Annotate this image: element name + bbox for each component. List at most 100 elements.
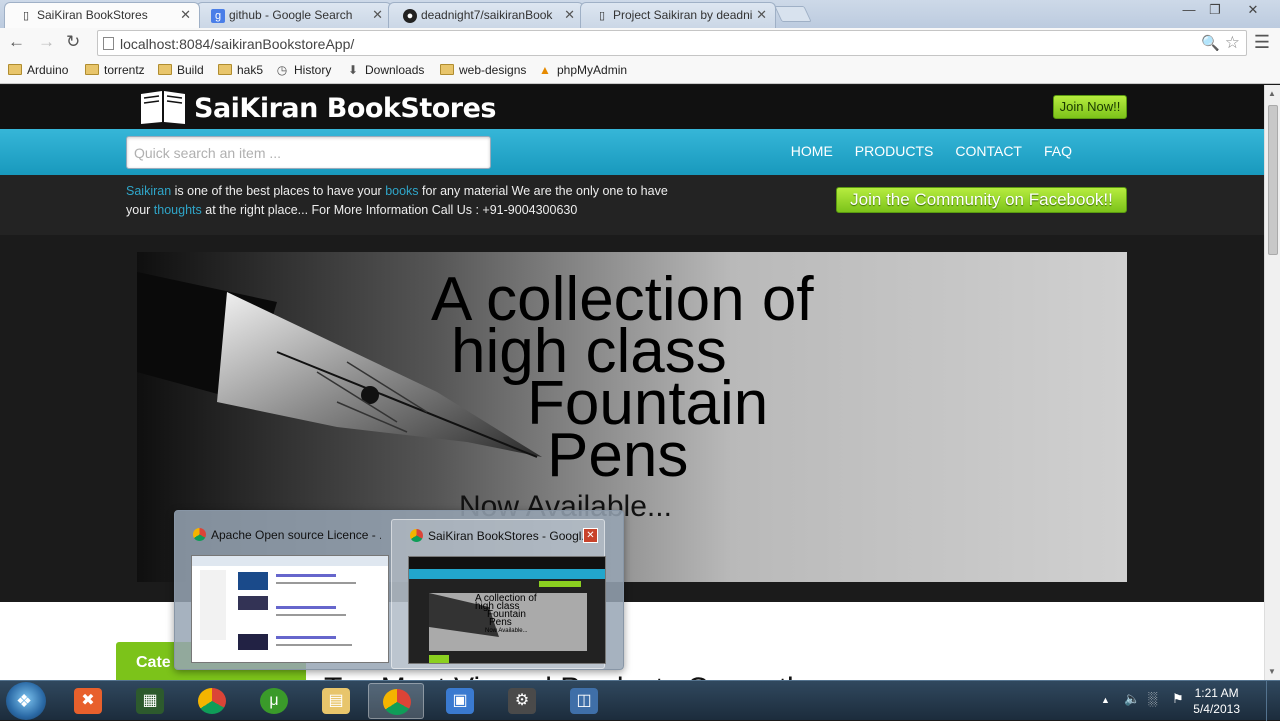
windows-taskbar: ❖ ✖ ▦ μ ▤ ▣ ⚙ ◫ ▲ 🔈 ░ ⚑ 1:21 AM 5/4/2013 <box>0 680 1280 721</box>
utorrent-icon: μ <box>260 688 288 714</box>
quick-search[interactable] <box>126 136 491 169</box>
bookmark-hak5[interactable]: hak5 <box>218 63 263 77</box>
facebook-community-button[interactable]: Join the Community on Facebook!! <box>836 187 1127 213</box>
tab-github-repo[interactable]: ● deadnight7/saikiranBook ✕ <box>388 2 584 28</box>
forward-icon[interactable]: → <box>38 32 55 52</box>
close-tab-icon[interactable]: ✕ <box>180 7 191 23</box>
main-nav: HOME PRODUCTS CONTACT FAQ <box>769 143 1072 159</box>
thumb-line: Now Available... <box>485 628 528 634</box>
info-band: Saikiran is one of the best places to ha… <box>0 175 1264 235</box>
book-icon <box>141 91 185 124</box>
taskbar-explorer[interactable]: ▤ <box>308 683 364 719</box>
thumb-line: Pens <box>489 617 512 628</box>
address-bar[interactable]: localhost:8084/saikiranBookstoreApp/ 🔍 ☆ <box>97 30 1247 56</box>
bookmark-label: hak5 <box>237 63 264 77</box>
chrome-icon <box>193 528 206 541</box>
nav-home[interactable]: HOME <box>791 143 833 159</box>
site-brand: SaiKiran BookStores <box>194 93 497 124</box>
network-icon[interactable]: ░ <box>1148 691 1157 706</box>
zoom-icon[interactable]: 🔍 <box>1201 34 1220 52</box>
taskbar-xampp[interactable]: ✖ <box>60 683 116 719</box>
taskbar-remote-desktop[interactable]: ◫ <box>556 683 612 719</box>
tab-label: Project Saikiran by deadni <box>613 8 753 22</box>
info-highlight: Saikiran <box>126 184 172 198</box>
preview-saikiran-bookstores[interactable]: SaiKiran BookStores - Googl... ✕ A colle… <box>391 519 606 669</box>
bookmark-label: History <box>294 63 332 77</box>
preview-apache-licence[interactable]: Apache Open source Licence - ... <box>175 519 389 669</box>
bookmark-arduino[interactable]: Arduino <box>8 63 68 77</box>
bookmark-build[interactable]: Build <box>158 63 204 77</box>
section-heading: Top Most Viewed Products Currently <box>324 672 809 680</box>
folder-icon <box>218 64 232 75</box>
bookmarks-bar: Arduino torrentz Build hak5 ◷ History ⬇ Do… <box>0 58 1280 84</box>
show-hidden-icons[interactable]: ▲ <box>1101 695 1110 705</box>
close-preview-icon[interactable]: ✕ <box>583 528 598 543</box>
github-icon: ● <box>403 9 417 23</box>
taskbar-utorrent[interactable]: μ <box>246 683 302 719</box>
taskbar-chrome-active[interactable] <box>368 683 424 719</box>
nav-faq[interactable]: FAQ <box>1044 143 1072 159</box>
minimize-icon[interactable]: — <box>1177 2 1201 17</box>
chrome-icon <box>383 689 411 715</box>
bookmark-star-icon[interactable]: ☆ <box>1225 33 1240 53</box>
taskbar-terminal[interactable]: ▦ <box>122 683 178 719</box>
bookmark-torrentz[interactable]: torrentz <box>85 63 145 77</box>
nav-products[interactable]: PRODUCTS <box>855 143 934 159</box>
close-tab-icon[interactable]: ✕ <box>372 7 383 23</box>
url-text: localhost:8084/saikiranBookstoreApp/ <box>120 36 355 52</box>
reload-icon[interactable]: ↻ <box>66 32 80 52</box>
folder-icon <box>8 64 22 75</box>
tab-project-saikiran[interactable]: ▯ Project Saikiran by deadni ✕ <box>580 2 776 28</box>
preview-thumb-text: A collection of high class Fountain Pens… <box>475 594 537 635</box>
action-center-icon[interactable]: ⚑ <box>1172 691 1184 707</box>
nav-contact[interactable]: CONTACT <box>955 143 1022 159</box>
download-icon: ⬇ <box>347 63 359 77</box>
nav-band: HOME PRODUCTS CONTACT FAQ <box>0 129 1264 175</box>
tab-github-google-search[interactable]: g github - Google Search ✕ <box>196 2 392 28</box>
chrome-icon <box>198 688 226 714</box>
taskbar-chrome[interactable] <box>184 683 240 719</box>
taskbar-app[interactable]: ⚙ <box>494 683 550 719</box>
tab-saikiran-bookstores[interactable]: ▯ SaiKiran BookStores ✕ <box>4 2 200 28</box>
new-tab-button[interactable] <box>774 6 812 22</box>
system-clock[interactable]: 1:21 AM 5/4/2013 <box>1193 685 1240 717</box>
volume-icon[interactable]: 🔈 <box>1124 691 1140 707</box>
back-icon[interactable]: ← <box>8 32 25 52</box>
bookmark-web-designs[interactable]: web-designs <box>440 63 526 77</box>
clock-time: 1:21 AM <box>1194 686 1239 700</box>
join-now-button[interactable]: Join Now!! <box>1053 95 1127 119</box>
page-scrollbar[interactable]: ▲ ▼ <box>1264 85 1280 680</box>
menu-icon[interactable]: ☰ <box>1254 32 1270 53</box>
bookmark-label: phpMyAdmin <box>557 63 628 77</box>
taskbar-preview: Apache Open source Licence - ... SaiKira… <box>174 510 624 670</box>
close-window-icon[interactable]: ✕ <box>1241 2 1265 18</box>
page-icon: ▯ <box>598 10 606 22</box>
info-text: Saikiran is one of the best places to ha… <box>126 182 686 220</box>
terminal-icon: ▦ <box>136 688 164 714</box>
explorer-icon: ▤ <box>322 688 350 714</box>
info-highlight: thoughts <box>153 203 202 217</box>
bookmark-label: Downloads <box>365 63 425 77</box>
preview-title: SaiKiran BookStores - Googl... <box>428 529 592 543</box>
show-desktop-button[interactable] <box>1266 681 1280 721</box>
bookmark-label: Build <box>177 63 204 77</box>
close-tab-icon[interactable]: ✕ <box>564 7 575 23</box>
close-tab-icon[interactable]: ✕ <box>756 7 767 23</box>
taskbar-virtualbox[interactable]: ▣ <box>432 683 488 719</box>
clock-date: 5/4/2013 <box>1193 702 1240 716</box>
scroll-up-icon[interactable]: ▲ <box>1268 89 1276 98</box>
bookmark-phpmyadmin[interactable]: ▲ phpMyAdmin <box>538 63 627 77</box>
preview-thumbnail: A collection of high class Fountain Pens… <box>408 556 606 664</box>
maximize-icon[interactable]: ❐ <box>1203 2 1227 18</box>
info-text-part: is one of the best places to have your <box>171 184 386 198</box>
browser-toolbar: ← → ↻ localhost:8084/saikiranBookstoreAp… <box>0 28 1280 58</box>
browser-tab-strip: ▯ SaiKiran BookStores ✕ g github - Googl… <box>0 0 1280 28</box>
site-header: SaiKiran BookStores Join Now!! <box>0 85 1264 129</box>
bookmark-history[interactable]: ◷ History <box>275 63 332 77</box>
scroll-down-icon[interactable]: ▼ <box>1268 667 1276 676</box>
bookmark-downloads[interactable]: ⬇ Downloads <box>346 63 424 77</box>
page-icon: ▯ <box>22 10 30 22</box>
search-input[interactable] <box>127 137 490 168</box>
start-button[interactable]: ❖ <box>6 682 46 720</box>
scroll-thumb[interactable] <box>1268 105 1278 255</box>
